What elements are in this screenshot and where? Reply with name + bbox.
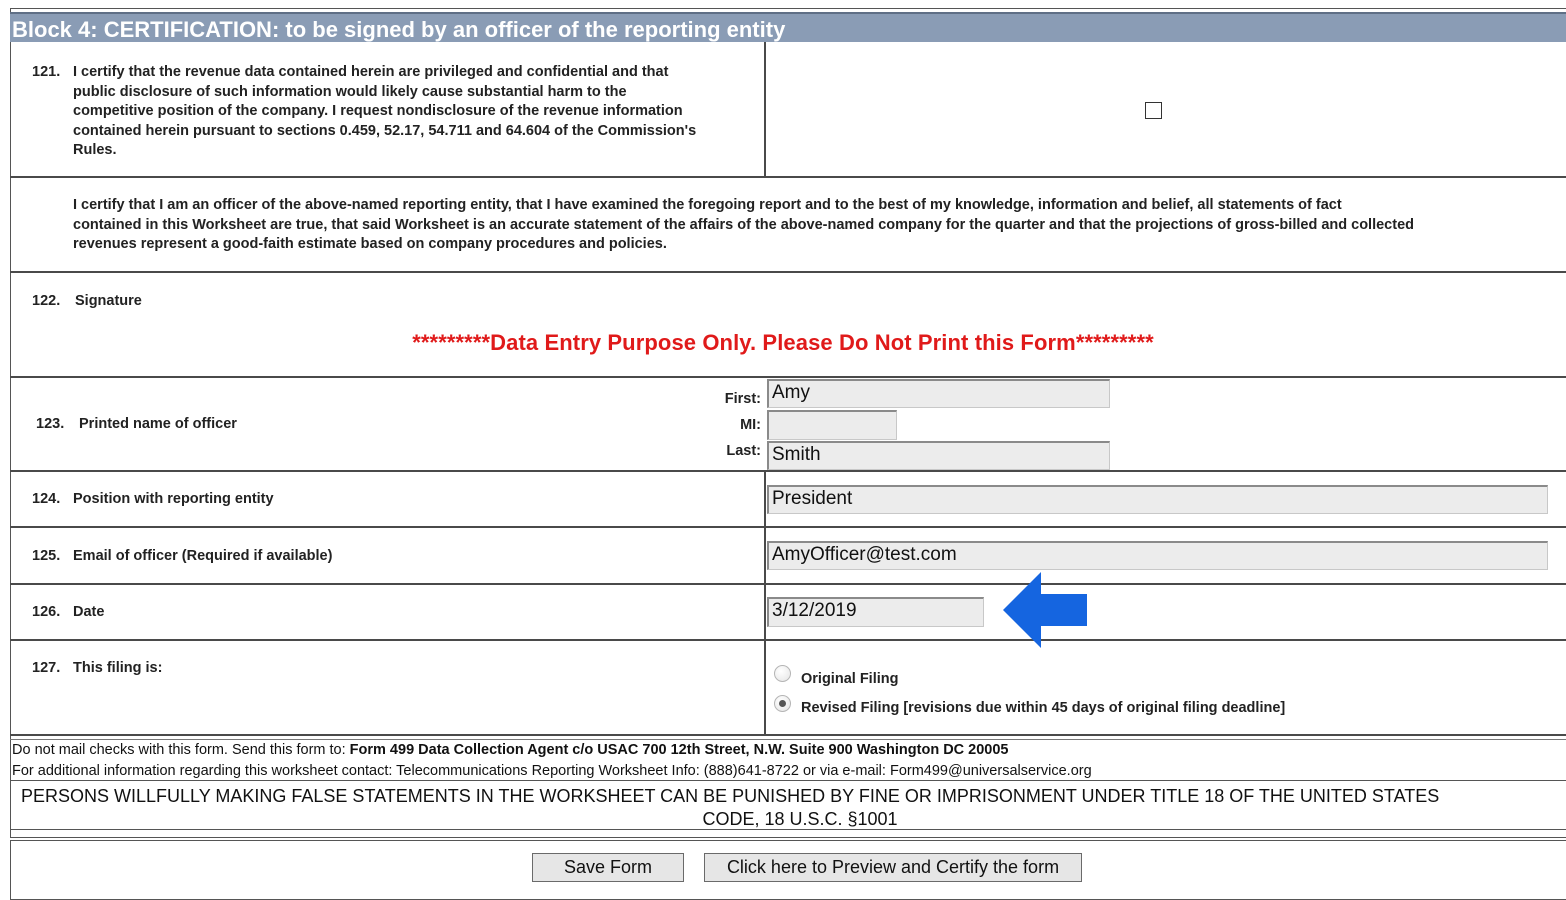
- q124-label: Position with reporting entity: [73, 491, 274, 507]
- statement-line: contained in this Worksheet are true, th…: [73, 216, 1414, 233]
- position-input[interactable]: President: [767, 485, 1548, 514]
- middle-initial-input[interactable]: [767, 410, 897, 440]
- q125-label: Email of officer (Required if available): [73, 548, 333, 564]
- column-divider: [764, 471, 766, 734]
- q122-number: 122.: [32, 293, 61, 309]
- q123-number: 123.: [36, 416, 65, 432]
- statement-line: revenues represent a good-faith estimate…: [73, 236, 667, 252]
- legal-line: CODE, 18 U.S.C. §1001: [702, 809, 898, 829]
- last-name-label: Last:: [726, 443, 761, 459]
- original-filing-radio[interactable]: [774, 665, 791, 682]
- q121-number: 121.: [32, 64, 61, 80]
- legal-notice: PERSONS WILLFULLY MAKING FALSE STATEMENT…: [10, 780, 1566, 830]
- q127-number: 127.: [32, 660, 61, 676]
- last-name-input[interactable]: Smith: [767, 441, 1110, 470]
- q121-line: competitive position of the company. I r…: [73, 103, 683, 119]
- revised-filing-label[interactable]: Revised Filing [revisions due within 45 …: [801, 700, 1285, 716]
- first-name-label: First:: [724, 391, 761, 407]
- statement-line: I certify that I am an officer of the ab…: [73, 197, 1342, 213]
- original-filing-label[interactable]: Original Filing: [801, 671, 898, 687]
- q127-label: This filing is:: [73, 660, 163, 676]
- row-divider: [10, 376, 1566, 378]
- q122-label: Signature: [75, 293, 142, 309]
- legal-line: PERSONS WILLFULLY MAKING FALSE STATEMENT…: [21, 786, 1440, 806]
- email-input[interactable]: AmyOfficer@test.com: [767, 541, 1548, 570]
- save-form-button[interactable]: Save Form: [532, 853, 684, 882]
- q123-label: Printed name of officer: [79, 416, 237, 432]
- mi-label: MI:: [740, 417, 761, 433]
- contact-info: For additional information regarding thi…: [12, 763, 1092, 779]
- q125-number: 125.: [32, 548, 61, 564]
- row-divider: [10, 739, 1566, 740]
- mailing-instructions: Do not mail checks with this form. Send …: [12, 742, 1009, 758]
- q121-line: public disclosure of such information wo…: [73, 83, 627, 100]
- q121-line: contained herein pursuant to sections 0.…: [73, 122, 697, 139]
- row-divider: [10, 526, 1566, 528]
- revised-filing-radio[interactable]: [774, 695, 791, 712]
- row-divider: [10, 639, 1566, 641]
- first-name-input[interactable]: Amy: [767, 379, 1110, 408]
- row-divider: [10, 734, 1566, 736]
- block-title: Block 4: CERTIFICATION: to be signed by …: [12, 17, 786, 42]
- q126-number: 126.: [32, 604, 61, 620]
- row-divider: [10, 271, 1566, 273]
- mailing-prefix: Do not mail checks with this form. Send …: [12, 742, 350, 758]
- mailing-address: Form 499 Data Collection Agent c/o USAC …: [349, 742, 1009, 758]
- date-input[interactable]: 3/12/2019: [767, 597, 984, 627]
- certification-statement: I certify that I am an officer of the ab…: [73, 196, 1566, 255]
- q124-number: 124.: [32, 491, 61, 507]
- row-divider: [10, 470, 1566, 472]
- column-divider: [764, 42, 766, 176]
- arrow-left-icon: [1003, 572, 1087, 648]
- nondisclosure-checkbox[interactable]: [1145, 102, 1162, 119]
- row-divider: [10, 176, 1566, 178]
- block-header: Block 4: CERTIFICATION: to be signed by …: [10, 12, 1566, 42]
- q121-line: Rules.: [73, 142, 117, 158]
- print-warning: *********Data Entry Purpose Only. Please…: [412, 330, 1154, 355]
- q121-line: I certify that the revenue data containe…: [73, 64, 669, 80]
- row-divider: [10, 583, 1566, 585]
- q126-label: Date: [73, 604, 105, 620]
- preview-certify-button[interactable]: Click here to Preview and Certify the fo…: [704, 853, 1082, 882]
- q121-text: I certify that the revenue data containe…: [73, 63, 763, 161]
